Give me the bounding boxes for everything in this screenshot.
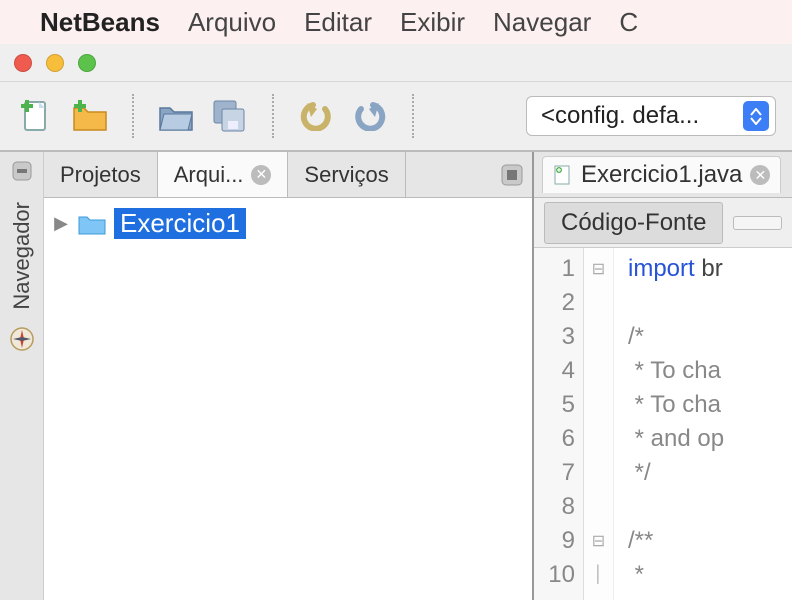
tab-arquivos[interactable]: Arqui... ✕ <box>158 152 289 197</box>
close-icon[interactable]: ✕ <box>251 165 271 185</box>
left-panel-tabs: Projetos Arqui... ✕ Serviços <box>44 152 532 198</box>
left-panel: Projetos Arqui... ✕ Serviços ▶ Exercicio… <box>44 152 534 600</box>
code-lines[interactable]: import br /* * To cha * To cha * and op … <box>614 248 724 600</box>
tab-servicos[interactable]: Serviços <box>288 152 405 197</box>
rail-label-navegador[interactable]: Navegador <box>9 202 35 310</box>
tab-label: Arqui... <box>174 162 244 188</box>
main-toolbar: <config. defa... <box>0 82 792 152</box>
menu-truncated[interactable]: C <box>619 7 638 38</box>
zoom-window-button[interactable] <box>78 54 96 72</box>
toolbar-separator-3 <box>412 94 414 138</box>
undo-button[interactable] <box>296 96 336 136</box>
line-gutter: 1 2 3 4 5 6 7 8 9 10 <box>534 248 584 600</box>
fold-line-icon: │ <box>584 558 613 592</box>
fold-gutter: ⊟ ⊟ │ <box>584 248 614 600</box>
expand-arrow-icon[interactable]: ▶ <box>52 213 70 234</box>
left-rail: Navegador <box>0 152 44 600</box>
menu-navegar[interactable]: Navegar <box>493 7 591 38</box>
tree-root-label: Exercicio1 <box>114 208 246 239</box>
new-file-button[interactable] <box>16 96 56 136</box>
menu-arquivo[interactable]: Arquivo <box>188 7 276 38</box>
minimize-panel-icon[interactable] <box>9 158 35 184</box>
close-window-button[interactable] <box>14 54 32 72</box>
config-label: <config. defa... <box>541 102 743 130</box>
fold-toggle-icon[interactable]: ⊟ <box>584 524 613 558</box>
tab-label: Serviços <box>304 162 388 188</box>
java-file-icon <box>553 164 573 186</box>
subtab-codigo-fonte[interactable]: Código-Fonte <box>544 202 723 244</box>
tree-root-row[interactable]: ▶ Exercicio1 <box>52 208 524 239</box>
save-all-button[interactable] <box>210 96 250 136</box>
app-name[interactable]: NetBeans <box>40 7 160 38</box>
close-icon[interactable]: ✕ <box>750 165 770 185</box>
editor-tab-label: Exercicio1.java <box>581 161 742 189</box>
restore-panel-icon[interactable] <box>492 152 532 197</box>
editor-subbar: Código-Fonte <box>534 198 792 248</box>
editor-tabs: Exercicio1.java ✕ <box>534 152 792 198</box>
open-project-button[interactable] <box>156 96 196 136</box>
menu-editar[interactable]: Editar <box>304 7 372 38</box>
chevron-updown-icon <box>743 101 769 131</box>
toolbar-separator-2 <box>272 94 274 138</box>
tab-label: Projetos <box>60 162 141 188</box>
new-project-button[interactable] <box>70 96 110 136</box>
window-controls <box>0 44 792 82</box>
app-window: <config. defa... Navegador Projetos Arqu <box>0 44 792 600</box>
editor-area: Exercicio1.java ✕ Código-Fonte 1 2 3 4 5… <box>534 152 792 600</box>
config-dropdown[interactable]: <config. defa... <box>526 96 776 136</box>
editor-tab-file[interactable]: Exercicio1.java ✕ <box>542 156 781 193</box>
mac-menubar: NetBeans Arquivo Editar Exibir Navegar C <box>0 0 792 44</box>
minimize-window-button[interactable] <box>46 54 64 72</box>
subtab-other[interactable] <box>733 216 782 230</box>
compass-icon[interactable] <box>9 326 35 352</box>
code-editor[interactable]: 1 2 3 4 5 6 7 8 9 10 ⊟ ⊟ │ <box>534 248 792 600</box>
folder-icon <box>78 213 106 235</box>
main-area: Navegador Projetos Arqui... ✕ Serviços <box>0 152 792 600</box>
file-tree: ▶ Exercicio1 <box>44 198 532 600</box>
fold-toggle-icon[interactable]: ⊟ <box>584 252 613 286</box>
menu-exibir[interactable]: Exibir <box>400 7 465 38</box>
toolbar-separator <box>132 94 134 138</box>
tab-projetos[interactable]: Projetos <box>44 152 158 197</box>
redo-button[interactable] <box>350 96 390 136</box>
